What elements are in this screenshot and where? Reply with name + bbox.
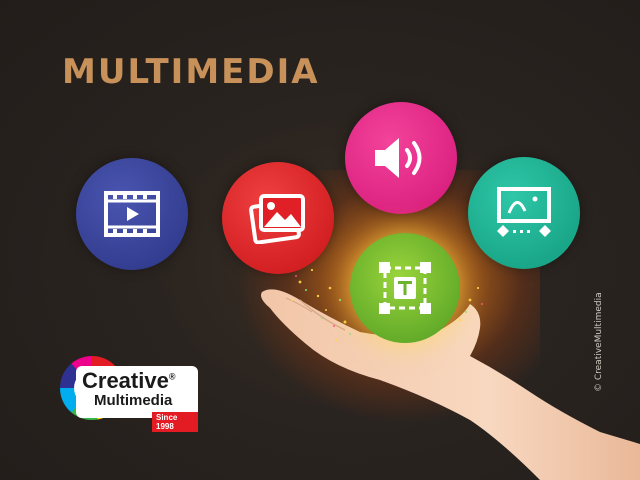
text-icon bbox=[375, 258, 435, 318]
logo-line1-text: Creative bbox=[82, 368, 169, 393]
copyright-text: © CreativeMultimedia bbox=[594, 292, 604, 392]
logo-line1: Creative® bbox=[82, 368, 175, 394]
logo-since-badge: Since 1998 bbox=[152, 412, 198, 432]
logo-line2: Multimedia bbox=[94, 392, 173, 409]
brand-logo: Creative® Multimedia Since 1998 bbox=[58, 352, 198, 432]
logo-registered-mark: ® bbox=[168, 371, 176, 382]
text-circle bbox=[350, 233, 460, 343]
